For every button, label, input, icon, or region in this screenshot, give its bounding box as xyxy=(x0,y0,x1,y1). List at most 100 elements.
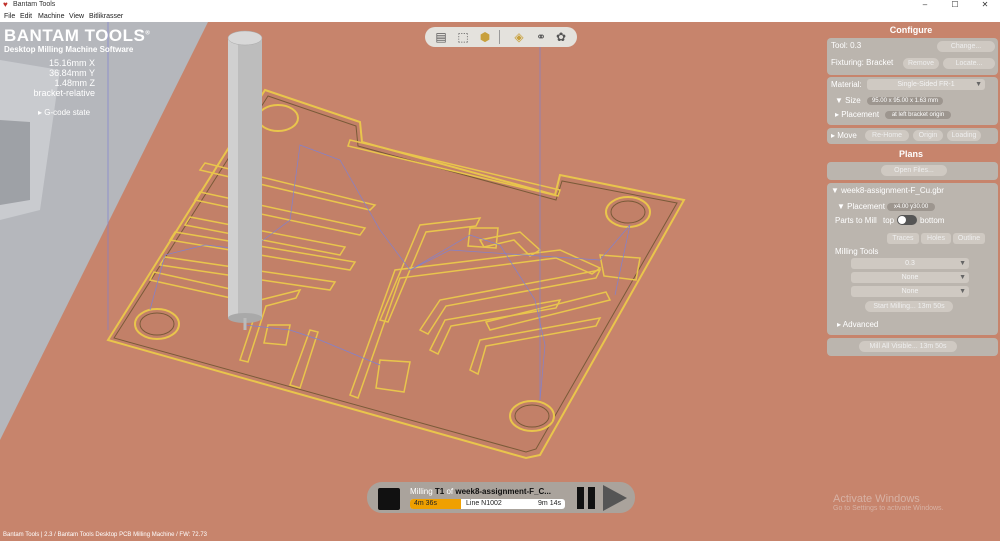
milling-tool-select-1[interactable]: 0.3 ▼ xyxy=(851,258,969,269)
menu-machine[interactable]: Machine xyxy=(38,13,64,20)
activate-line-1: Activate Windows xyxy=(833,493,920,505)
board-icon[interactable]: ◈ xyxy=(511,29,527,45)
milling-tools-label: Milling Tools xyxy=(835,247,879,256)
start-milling-button[interactable]: Start Milling... 13m 50s xyxy=(865,301,953,312)
brand-block: BANTAM TOOLS® Desktop Milling Machine So… xyxy=(4,26,150,54)
advanced-label: Advanced xyxy=(842,320,879,329)
palette-icon[interactable]: ✿ xyxy=(553,29,569,45)
plan-placement-toggle[interactable]: ▼ Placement xyxy=(837,202,885,211)
move-toggle[interactable]: ▸ Move xyxy=(831,131,857,140)
parts-to-mill-label: Parts to Mill xyxy=(835,216,877,225)
move-box: ▸ Move Re-Home Origin Loading xyxy=(827,128,998,144)
elapsed-time: 4m 36s xyxy=(414,500,437,507)
plan-file-box: ▼ week8-assignment-F_Cu.gbr ▼ Placement … xyxy=(827,183,998,335)
minimize-button[interactable]: – xyxy=(910,0,940,11)
placement-value: at left bracket origin xyxy=(885,111,951,119)
book-icon[interactable]: ▤ xyxy=(433,29,449,45)
progress-track: 4m 36s Line N1002 9m 14s xyxy=(410,499,565,509)
loading-button[interactable]: Loading xyxy=(947,130,981,141)
board-scene xyxy=(0,22,686,460)
gcode-line: Line N1002 xyxy=(466,500,502,507)
plan-file-toggle[interactable]: ▼ week8-assignment-F_Cu.gbr xyxy=(831,186,944,195)
origin-button[interactable]: Origin xyxy=(913,130,943,141)
close-button[interactable]: ✕ xyxy=(970,0,1000,11)
milling-file: week8-assignment-F_C... xyxy=(455,487,551,496)
plan-placement-value: x4.00 y30.00 xyxy=(887,203,935,211)
mill-all-visible-button[interactable]: Mill All Visible... 13m 50s xyxy=(859,341,957,352)
parts-top-label: top xyxy=(883,216,895,225)
chevron-down-icon: ▼ xyxy=(975,81,982,88)
material-label: Material: xyxy=(831,80,862,89)
configure-title: Configure xyxy=(889,25,933,35)
material-box: Material: Single-Sided FR-1 ▼ ▼ Size 95.0… xyxy=(827,77,998,125)
activate-windows-watermark: Activate Windows Go to Settings to activ… xyxy=(833,493,944,512)
pause-button[interactable] xyxy=(577,487,597,509)
size-value: 95.00 x 95.00 x 1.63 mm xyxy=(867,97,943,105)
mill-all-box: Mill All Visible... 13m 50s xyxy=(827,338,998,356)
circles-icon[interactable]: ⚭ xyxy=(533,29,549,45)
coord-mode: bracket-relative xyxy=(33,88,95,98)
milling-tool: T1 xyxy=(434,487,445,496)
tool-label: Tool: 0.3 xyxy=(831,41,862,50)
3d-viewport[interactable] xyxy=(0,22,822,530)
activate-line-2: Go to Settings to activate Windows. xyxy=(833,505,944,512)
gcode-state-toggle[interactable]: ▸ G-code state xyxy=(38,108,90,117)
locate-button[interactable]: Locate... xyxy=(943,58,995,69)
maximize-button[interactable]: ☐ xyxy=(940,0,970,11)
menu-view[interactable]: View xyxy=(69,13,84,20)
menu-extra[interactable]: Bitlikrasser xyxy=(89,13,123,20)
size-toggle[interactable]: ▼ Size xyxy=(835,96,861,105)
remove-button[interactable]: Remove xyxy=(903,58,939,69)
chevron-down-icon: ▼ xyxy=(959,288,966,295)
gcode-state-label: G-code state xyxy=(44,108,91,117)
frame-icon[interactable]: ⬚ xyxy=(455,29,471,45)
plan-file-name: week8-assignment-F_Cu.gbr xyxy=(841,186,944,195)
brand-title: BANTAM TOOLS xyxy=(4,26,146,45)
traces-toggle[interactable]: Traces xyxy=(887,233,919,244)
milling-tool-select-2[interactable]: None ▼ xyxy=(851,272,969,283)
status-text: Bantam Tools | 2.3 / Bantam Tools Deskto… xyxy=(3,532,207,538)
open-files-box: Open Files... xyxy=(827,162,998,180)
placement-toggle[interactable]: ▸ Placement xyxy=(835,110,879,119)
title-bar: ♥ Bantam Tools – ☐ ✕ xyxy=(0,0,1000,11)
milling-tool-2: None xyxy=(901,274,919,281)
tool-fixturing-box: Tool: 0.3 Change... Fixturing: Bracket R… xyxy=(827,38,998,75)
milling-tool-1: 0.3 xyxy=(905,260,915,267)
coordinate-readout: 15.16mm X 36.84mm Y 1.48mm Z bracket-rel… xyxy=(10,58,95,98)
placement-label: Placement xyxy=(841,110,880,119)
milling-status: Milling T1 of week8-assignment-F_C... xyxy=(410,487,570,496)
parts-bottom-label: bottom xyxy=(920,216,945,225)
coord-y: 36.84mm Y xyxy=(49,68,95,78)
view-toolbar: ▤ ⬚ ⬢ ◈ ⚭ ✿ xyxy=(425,27,577,47)
advanced-toggle[interactable]: ▸ Advanced xyxy=(837,320,878,329)
stop-button[interactable] xyxy=(378,488,400,510)
menu-bar: File Edit Machine View Bitlikrasser xyxy=(0,11,1000,22)
plans-title: Plans xyxy=(898,149,923,159)
plan-placement-label: Placement xyxy=(847,202,885,211)
rehome-button[interactable]: Re-Home xyxy=(865,130,909,141)
change-tool-button[interactable]: Change... xyxy=(937,41,995,52)
holes-toggle[interactable]: Holes xyxy=(921,233,951,244)
play-button[interactable] xyxy=(603,485,627,511)
material-select[interactable]: Single-Sided FR-1 ▼ xyxy=(867,79,985,90)
side-panel: Configure Tool: 0.3 Change... Fixturing:… xyxy=(822,22,1000,530)
fixturing-label: Fixturing: Bracket xyxy=(831,58,894,67)
registered-mark: ® xyxy=(145,30,151,37)
milling-tool-select-3[interactable]: None ▼ xyxy=(851,286,969,297)
chevron-down-icon: ▼ xyxy=(959,274,966,281)
menu-file[interactable]: File xyxy=(4,13,15,20)
pause-bar xyxy=(588,487,595,509)
milling-tool-3: None xyxy=(901,288,919,295)
chevron-down-icon: ▼ xyxy=(959,260,966,267)
coord-z: 1.48mm Z xyxy=(54,78,95,88)
app-logo-icon: ♥ xyxy=(3,0,8,9)
open-files-button[interactable]: Open Files... xyxy=(881,165,947,176)
size-label: Size xyxy=(845,96,861,105)
outline-toggle[interactable]: Outline xyxy=(953,233,985,244)
cube-icon[interactable]: ⬢ xyxy=(477,29,493,45)
menu-edit[interactable]: Edit xyxy=(20,13,32,20)
toggle-knob xyxy=(898,216,906,224)
top-bottom-toggle[interactable] xyxy=(897,215,917,225)
status-bar: Bantam Tools | 2.3 / Bantam Tools Deskto… xyxy=(0,530,1000,541)
milling-of: of xyxy=(444,487,456,496)
